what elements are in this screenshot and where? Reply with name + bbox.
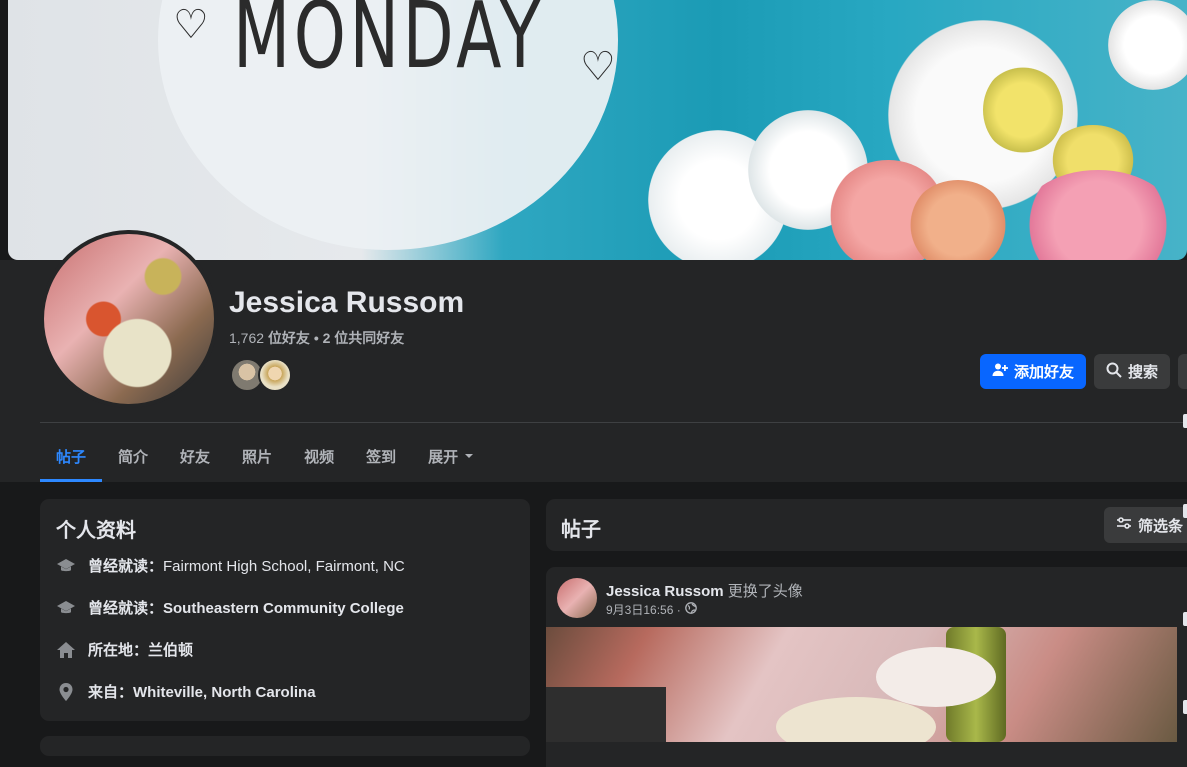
education-prefix: 曾经就读：	[88, 600, 164, 617]
friends-number: 1,762	[229, 330, 265, 346]
profile-avatar[interactable]	[40, 230, 218, 408]
tab-checkins[interactable]: 签到	[350, 430, 412, 482]
search-button[interactable]: 搜索	[1094, 354, 1170, 389]
cover-photo[interactable]: ♡ MONDAY ♡	[8, 0, 1187, 260]
search-label: 搜索	[1127, 364, 1158, 381]
location-pin-icon	[56, 682, 76, 702]
caret-down-icon	[464, 448, 474, 465]
flower	[908, 180, 1008, 260]
tab-more[interactable]: 展开	[412, 430, 490, 482]
flower	[983, 65, 1063, 155]
edge-fragment	[1183, 414, 1187, 428]
tab-label: 照片	[242, 448, 273, 466]
flower	[1108, 0, 1187, 90]
education-item: 曾经就读：Southeastern Community College	[56, 597, 404, 618]
cover-text: MONDAY	[233, 0, 544, 89]
tab-label: 视频	[304, 448, 335, 466]
hometown-item: 来自：Whiteville, North Carolina	[56, 681, 316, 702]
mutual-friends: • 2 位共同好友	[313, 330, 405, 346]
profile-name: Jessica Russom	[229, 286, 465, 319]
intro-title: 个人资料	[56, 520, 136, 542]
post-photo[interactable]	[546, 627, 1177, 742]
tab-friends[interactable]: 好友	[164, 430, 226, 482]
tab-label: 帖子	[56, 448, 87, 466]
tab-posts[interactable]: 帖子	[40, 430, 103, 482]
profile-tabs: 帖子 简介 好友 照片 视频 签到 展开	[40, 430, 490, 482]
add-friend-button[interactable]: 添加好友	[980, 354, 1086, 389]
post-author-name[interactable]: Jessica Russom	[606, 583, 724, 600]
friends-count[interactable]: 1,762 位好友 • 2 位共同好友	[229, 328, 404, 348]
filter-label: 筛选条	[1138, 517, 1184, 535]
intro-card: 个人资料 曾经就读：Fairmont High School, Fairmont…	[40, 499, 530, 721]
globe-icon	[684, 602, 697, 617]
graduation-cap-icon	[56, 556, 76, 576]
posts-title: 帖子	[561, 519, 601, 541]
dark-object	[546, 687, 666, 742]
filter-sliders-icon	[1116, 515, 1132, 535]
edge-fragment	[1183, 612, 1187, 626]
tab-label: 签到	[366, 448, 397, 466]
hometown-link[interactable]: Whiteville, North Carolina	[133, 684, 316, 701]
filter-button[interactable]: 筛选条	[1104, 507, 1187, 543]
plate-shape	[876, 647, 996, 707]
add-friend-label: 添加好友	[1013, 364, 1074, 381]
current-city-item: 所在地：兰伯顿	[56, 639, 193, 660]
tab-photos[interactable]: 照片	[226, 430, 288, 482]
edge-fragment	[1183, 700, 1187, 714]
posts-header-card: 帖子	[546, 499, 1187, 551]
tab-label: 展开	[428, 448, 459, 466]
tab-about[interactable]: 简介	[102, 430, 164, 482]
hometown-prefix: 来自：	[88, 684, 134, 701]
heart-icon: ♡	[580, 45, 616, 89]
home-icon	[56, 640, 76, 660]
mutual-friend-avatar[interactable]	[258, 358, 292, 392]
post-action: 更换了头像	[727, 583, 803, 600]
header-divider	[40, 422, 1187, 423]
education-item: 曾经就读：Fairmont High School, Fairmont, NC	[56, 555, 405, 576]
tab-label: 简介	[118, 448, 149, 466]
search-icon	[1106, 362, 1122, 382]
more-button[interactable]	[1178, 354, 1187, 389]
education-prefix: 曾经就读：	[88, 558, 164, 575]
graduation-cap-icon	[56, 598, 76, 618]
heart-icon: ♡	[173, 3, 209, 47]
city-prefix: 所在地：	[88, 642, 149, 659]
education-school-link[interactable]: Fairmont High School, Fairmont, NC	[163, 558, 405, 575]
next-card	[40, 736, 530, 756]
post-author-line: Jessica Russom 更换了头像	[606, 580, 803, 601]
friends-suffix: 位好友	[267, 330, 310, 346]
edge-fragment	[1183, 504, 1187, 518]
tab-label: 好友	[180, 448, 211, 466]
add-user-icon	[992, 362, 1008, 382]
city-link[interactable]: 兰伯顿	[148, 642, 193, 659]
post-meta: 9月3日16:56 ·	[606, 601, 697, 618]
post-author-avatar[interactable]	[557, 578, 597, 618]
education-school-link[interactable]: Southeastern Community College	[163, 600, 404, 617]
tab-videos[interactable]: 视频	[288, 430, 350, 482]
post-timestamp[interactable]: 9月3日16:56 ·	[606, 601, 681, 618]
